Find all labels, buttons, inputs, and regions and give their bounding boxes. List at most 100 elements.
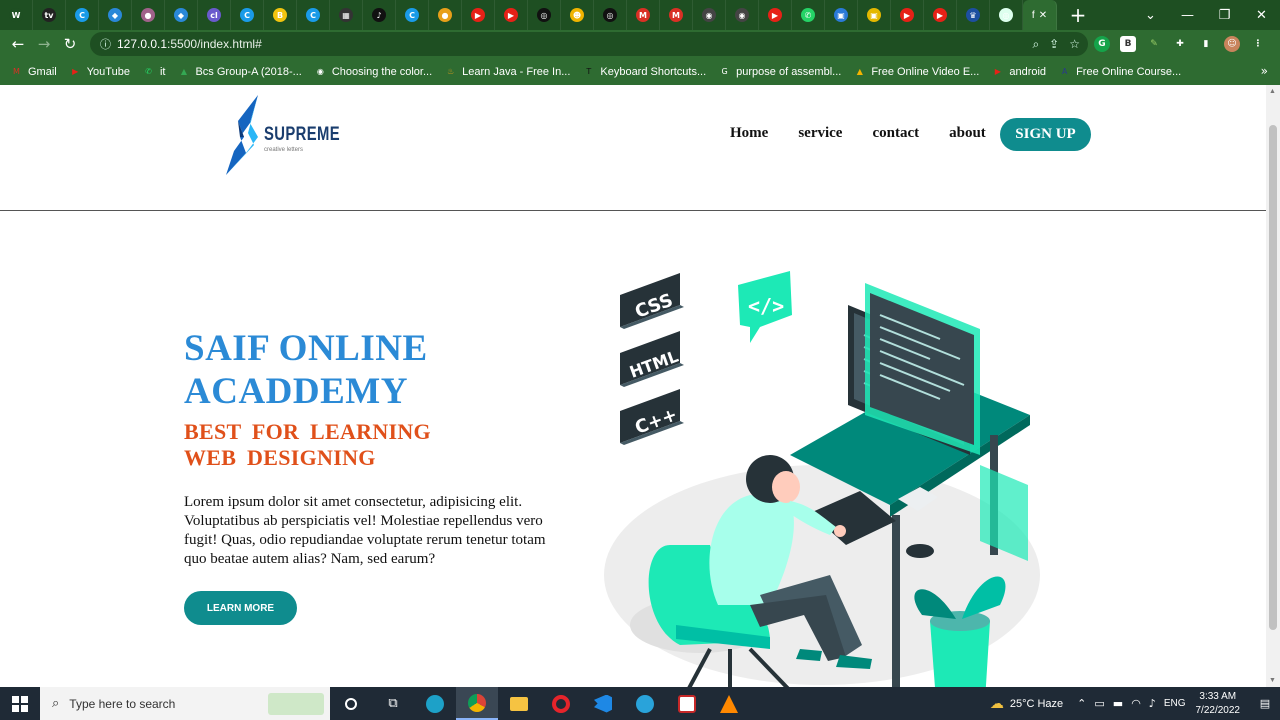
tab-search-icon[interactable]: ⌄ bbox=[1132, 0, 1169, 30]
extensions-area: G B ✎ ✚ ▮ ☺ ⋮ bbox=[1094, 30, 1266, 58]
browser-tab[interactable]: ✆ bbox=[792, 0, 825, 30]
close-tab-icon[interactable]: ✕ bbox=[1039, 10, 1047, 21]
file-explorer-icon[interactable] bbox=[498, 687, 540, 720]
browser-tab[interactable]: ◎ bbox=[990, 0, 1023, 30]
notifications-icon[interactable]: ▤ bbox=[1250, 697, 1280, 710]
browser-tab[interactable]: ▶ bbox=[495, 0, 528, 30]
windows-start-icon[interactable] bbox=[0, 687, 40, 720]
sidepanel-icon[interactable]: ▮ bbox=[1198, 36, 1214, 52]
address-bar[interactable]: ⓘ 127.0.0.1:5500/index.html# ⌕ ⇪ ☆ bbox=[90, 32, 1088, 56]
bookmark-item[interactable]: ▶ android bbox=[991, 65, 1046, 78]
browser-tab[interactable]: ♛ bbox=[957, 0, 990, 30]
browser-tab[interactable]: ☻ bbox=[561, 0, 594, 30]
browser-tab[interactable]: W bbox=[0, 0, 33, 30]
bookmark-item[interactable]: ✆ it bbox=[142, 65, 165, 78]
bookmark-star-icon[interactable]: ☆ bbox=[1069, 37, 1080, 51]
scroll-up-icon[interactable]: ▲ bbox=[1269, 88, 1276, 95]
browser-tab[interactable]: ♪ bbox=[363, 0, 396, 30]
nav-about[interactable]: about bbox=[949, 125, 986, 142]
browser-tab[interactable]: ▦ bbox=[330, 0, 363, 30]
bookmark-item[interactable]: ◉ Choosing the color... bbox=[314, 65, 432, 78]
chrome-taskbar-icon[interactable] bbox=[456, 687, 498, 720]
profile-avatar[interactable]: ☺ bbox=[1224, 36, 1240, 52]
browser-tab[interactable]: ● bbox=[132, 0, 165, 30]
app-icon[interactable] bbox=[666, 687, 708, 720]
close-window-icon[interactable]: ✕ bbox=[1243, 0, 1280, 30]
more-bookmarks-icon[interactable]: » bbox=[1261, 58, 1268, 85]
bookmark-item[interactable]: M Gmail bbox=[10, 65, 57, 78]
browser-tab[interactable]: ▣ bbox=[825, 0, 858, 30]
browser-tab[interactable]: M bbox=[660, 0, 693, 30]
bookmark-item[interactable]: A Free Online Course... bbox=[1058, 65, 1181, 78]
vlc-icon[interactable] bbox=[708, 687, 750, 720]
bookmark-favicon-icon: ▶ bbox=[72, 67, 79, 76]
bookmark-item[interactable]: ▶ YouTube bbox=[69, 65, 130, 78]
browser-tab[interactable]: ▶ bbox=[759, 0, 792, 30]
browser-tab[interactable]: cl bbox=[198, 0, 231, 30]
share-icon[interactable]: ⇪ bbox=[1049, 37, 1059, 51]
browser-tab[interactable]: ▣ bbox=[858, 0, 891, 30]
browser-tab[interactable]: ▶ bbox=[891, 0, 924, 30]
puzzle-icon[interactable]: ✚ bbox=[1172, 36, 1188, 52]
scrollbar-thumb[interactable] bbox=[1269, 125, 1277, 630]
clock[interactable]: 3:33 AM 7/22/2022 bbox=[1196, 690, 1241, 718]
bookmark-item[interactable]: ▲ Free Online Video E... bbox=[853, 65, 980, 78]
signup-button[interactable]: SIGN UP bbox=[1000, 118, 1091, 151]
browser-tab[interactable]: ▶ bbox=[462, 0, 495, 30]
browser-tab[interactable]: C bbox=[231, 0, 264, 30]
scroll-down-icon[interactable]: ▼ bbox=[1269, 677, 1276, 684]
browser-tab[interactable]: tv bbox=[33, 0, 66, 30]
cortana-icon[interactable] bbox=[330, 687, 372, 720]
bookmark-item[interactable]: ♨ Learn Java - Free In... bbox=[444, 65, 570, 78]
browser-tab[interactable]: ◆ bbox=[165, 0, 198, 30]
address-text[interactable]: 127.0.0.1:5500/index.html# bbox=[117, 37, 262, 51]
pen-extension-icon[interactable]: ✎ bbox=[1146, 36, 1162, 52]
wifi-icon[interactable]: ◠ bbox=[1131, 697, 1141, 710]
nav-home[interactable]: Home bbox=[730, 125, 768, 142]
b-extension-icon[interactable]: B bbox=[1120, 36, 1136, 52]
bookmark-item[interactable]: T Keyboard Shortcuts... bbox=[582, 65, 706, 78]
browser-tab[interactable]: C bbox=[297, 0, 330, 30]
new-tab-button[interactable]: + bbox=[1065, 3, 1091, 27]
grammarly-icon[interactable]: G bbox=[1094, 36, 1110, 52]
browser-tab[interactable]: ◎ bbox=[594, 0, 627, 30]
nav-contact[interactable]: contact bbox=[872, 125, 919, 142]
language-indicator[interactable]: ENG bbox=[1164, 698, 1186, 709]
weather-text[interactable]: 25°C Haze bbox=[1010, 698, 1063, 710]
page-scrollbar[interactable]: ▲ ▼ bbox=[1266, 85, 1280, 687]
zoom-icon[interactable]: ⌕ bbox=[1032, 37, 1039, 52]
menu-icon[interactable]: ⋮ bbox=[1250, 36, 1266, 52]
vscode-icon[interactable] bbox=[582, 687, 624, 720]
bookmark-item[interactable]: ▲ Bcs Group-A (2018-... bbox=[177, 65, 302, 78]
weather-icon[interactable]: ☁ bbox=[990, 696, 1004, 712]
task-view-icon[interactable]: ⧉ bbox=[372, 687, 414, 720]
browser-tab[interactable]: ● bbox=[429, 0, 462, 30]
show-hidden-icon[interactable]: ⌃ bbox=[1077, 697, 1086, 710]
learn-more-button[interactable]: LEARN MORE bbox=[184, 591, 297, 625]
reload-icon[interactable]: ↻ bbox=[57, 31, 83, 57]
edge-icon[interactable] bbox=[414, 687, 456, 720]
browser-tab[interactable]: C bbox=[66, 0, 99, 30]
browser-tab[interactable]: M bbox=[627, 0, 660, 30]
opera-icon[interactable] bbox=[540, 687, 582, 720]
nav-service[interactable]: service bbox=[798, 125, 842, 142]
battery-icon[interactable]: ▬ bbox=[1113, 697, 1123, 710]
volume-icon[interactable]: ♪ bbox=[1149, 697, 1156, 710]
forward-icon[interactable]: → bbox=[31, 31, 57, 57]
browser-tab[interactable]: B bbox=[264, 0, 297, 30]
telegram-icon[interactable] bbox=[624, 687, 666, 720]
browser-tab[interactable]: ◆ bbox=[99, 0, 132, 30]
taskbar-search[interactable]: ⌕ Type here to search bbox=[40, 687, 330, 720]
active-tab[interactable]: f ✕ bbox=[1023, 0, 1057, 30]
site-info-icon[interactable]: ⓘ bbox=[100, 36, 111, 52]
restore-icon[interactable]: ❐ bbox=[1206, 0, 1243, 30]
browser-tab[interactable]: C bbox=[396, 0, 429, 30]
meet-icon[interactable]: ▭ bbox=[1094, 697, 1104, 710]
browser-tab[interactable]: ◉ bbox=[693, 0, 726, 30]
browser-tab[interactable]: ◉ bbox=[726, 0, 759, 30]
browser-tab[interactable]: ◎ bbox=[528, 0, 561, 30]
browser-tab[interactable]: ▶ bbox=[924, 0, 957, 30]
minimize-icon[interactable]: — bbox=[1169, 0, 1206, 30]
back-icon[interactable]: ← bbox=[5, 31, 31, 57]
bookmark-item[interactable]: Gpurpose of assembl... bbox=[718, 65, 842, 78]
